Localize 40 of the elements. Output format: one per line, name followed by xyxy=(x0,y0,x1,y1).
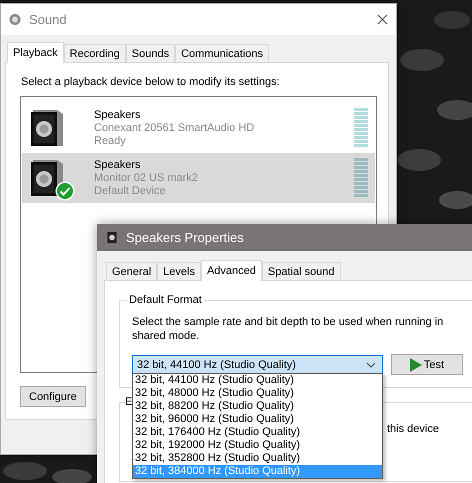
close-icon[interactable] xyxy=(377,14,388,25)
meter-drawing xyxy=(354,108,368,148)
window-title: Sound xyxy=(29,12,67,27)
speaker-icon xyxy=(106,231,118,244)
device-row[interactable]: Speakers Conexant 20561 SmartAudio HD Ready xyxy=(22,103,375,153)
device-status: Ready xyxy=(94,134,127,148)
test-button[interactable]: Test xyxy=(391,354,463,375)
device-name: Speakers xyxy=(94,158,142,172)
tab[interactable]: Advanced xyxy=(200,260,262,281)
tab[interactable]: Spatial sound xyxy=(262,262,341,280)
play-icon xyxy=(410,358,422,372)
format-dropdown[interactable]: 32 bit, 44100 Hz (Studio Quality) xyxy=(132,354,383,374)
option-text: this device xyxy=(387,423,439,435)
dropdown-option[interactable]: 32 bit, 352800 Hz (Studio Quality) xyxy=(133,452,382,465)
format-description: Select the sample rate and bit depth to be used when running in shared mode. xyxy=(132,315,444,343)
dropdown-option[interactable]: 32 bit, 96000 Hz (Studio Quality) xyxy=(133,413,382,426)
dropdown-option[interactable]: 32 bit, 48000 Hz (Studio Quality) xyxy=(133,387,382,400)
tab[interactable]: Recording xyxy=(64,44,126,62)
tab[interactable]: Playback xyxy=(7,42,64,63)
device-row[interactable]: Speakers Monitor 02 US mark2 Default Device xyxy=(22,153,375,203)
tab[interactable]: Communications xyxy=(175,44,270,62)
meter-drawing xyxy=(354,158,368,198)
dropdown-option[interactable]: 32 bit, 176400 Hz (Studio Quality) xyxy=(133,426,382,439)
speaker-icon xyxy=(29,158,65,198)
dropdown-option[interactable]: 32 bit, 192000 Hz (Studio Quality) xyxy=(133,439,382,452)
device-status: Default Device xyxy=(94,184,167,198)
device-description: Monitor 02 US mark2 xyxy=(94,172,199,184)
device-name: Speakers xyxy=(94,108,142,122)
tab[interactable]: Sounds xyxy=(126,44,176,62)
window-title: Speakers Properties xyxy=(126,230,244,245)
chevron-down-icon xyxy=(366,362,376,368)
speaker-icon xyxy=(9,13,21,26)
dropdown-option[interactable]: 32 bit, 44100 Hz (Studio Quality) xyxy=(133,374,382,387)
configure-button[interactable]: Configure xyxy=(20,386,86,407)
instruction-text: Select a playback device below to modify its settings: xyxy=(21,76,281,88)
dropdown-option[interactable]: 32 bit, 88200 Hz (Studio Quality) xyxy=(133,400,382,413)
speaker-icon xyxy=(29,108,65,148)
device-description: Conexant 20561 SmartAudio HD xyxy=(94,122,256,134)
tab[interactable]: General xyxy=(106,262,158,280)
tab[interactable]: Levels xyxy=(157,262,201,280)
